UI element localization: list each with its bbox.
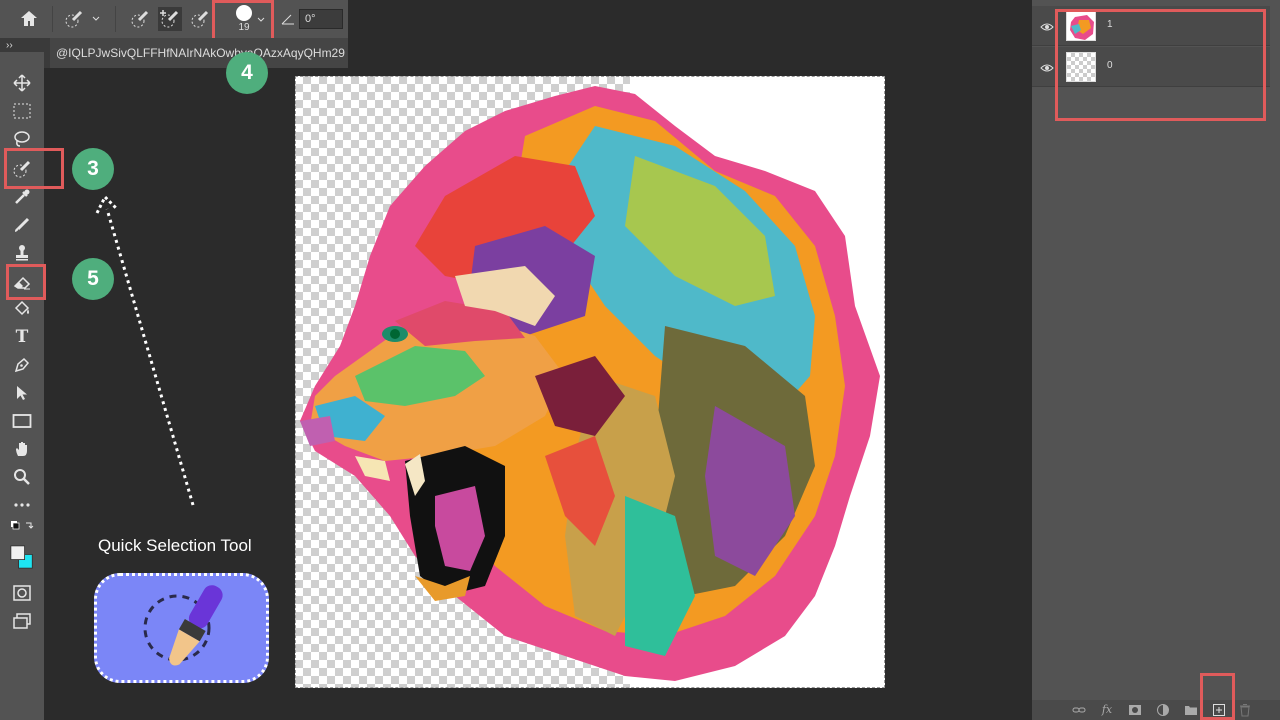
quick-selection-highlight xyxy=(4,148,64,189)
angle-input[interactable]: 0° xyxy=(299,9,343,29)
eyedropper-icon[interactable] xyxy=(10,186,34,208)
lion-artwork xyxy=(300,86,880,681)
folder-icon[interactable] xyxy=(1184,703,1198,717)
options-bar: 19 0° xyxy=(0,0,348,38)
pen-icon[interactable] xyxy=(10,354,34,376)
quick-mask-icon[interactable] xyxy=(10,582,34,604)
path-selection-icon[interactable] xyxy=(10,382,34,404)
eye-icon[interactable] xyxy=(1040,61,1054,73)
color-swatches-icon[interactable] xyxy=(10,540,34,574)
tool-preset-icon[interactable] xyxy=(64,9,84,29)
separator xyxy=(115,6,116,32)
marker-4: 4 xyxy=(226,52,268,94)
quick-selection-icon xyxy=(143,585,223,666)
dotted-arrow xyxy=(95,195,195,506)
rectangle-icon[interactable] xyxy=(10,410,34,432)
hand-icon[interactable] xyxy=(10,438,34,460)
eraser-highlight xyxy=(6,264,46,300)
subtract-from-selection-icon[interactable] xyxy=(190,9,210,29)
separator xyxy=(52,6,53,32)
brush-icon[interactable] xyxy=(10,214,34,236)
document-canvas[interactable] xyxy=(295,76,885,688)
link-layers-icon[interactable] xyxy=(1072,703,1086,717)
tool-caption: Quick Selection Tool xyxy=(98,536,252,555)
home-icon[interactable] xyxy=(18,8,40,30)
more-tools-icon[interactable] xyxy=(10,494,34,516)
add-mask-icon[interactable] xyxy=(1128,703,1142,717)
adjustment-layer-icon[interactable] xyxy=(1156,703,1170,717)
photoshop-window: 19 0° ›› @IQLPJwSivQLFFHfNAIrNAkOwbyaQAz… xyxy=(0,0,1280,720)
layers-panel-footer: fx xyxy=(1032,700,1280,720)
delete-layer-icon[interactable] xyxy=(1238,703,1252,717)
move-tool-icon[interactable] xyxy=(10,72,34,94)
add-to-selection-icon[interactable] xyxy=(158,7,182,31)
lasso-icon[interactable] xyxy=(10,128,34,150)
eye-icon[interactable] xyxy=(1040,20,1054,32)
swap-colors-icon[interactable] xyxy=(10,520,34,534)
type-icon[interactable]: T xyxy=(10,326,34,348)
new-selection-icon[interactable] xyxy=(130,9,150,29)
brush-size-highlight xyxy=(212,0,274,41)
zoom-icon[interactable] xyxy=(10,466,34,488)
marker-3: 3 xyxy=(72,148,114,190)
rectangular-marquee-icon[interactable] xyxy=(10,100,34,122)
layers-highlight xyxy=(1055,9,1266,121)
clone-stamp-icon[interactable] xyxy=(10,242,34,264)
paint-bucket-icon[interactable] xyxy=(10,298,34,320)
fx-icon[interactable]: fx xyxy=(1100,703,1114,717)
new-layer-highlight xyxy=(1200,673,1235,720)
document-tab[interactable]: @IQLPJwSivQLFFHfNAIrNAkOwbyaQAzxAqyQHm29 xyxy=(50,38,348,68)
angle-icon xyxy=(280,9,296,29)
collapse-toolbar-icon[interactable]: ›› xyxy=(6,40,13,51)
quick-selection-illustration xyxy=(94,573,269,683)
chevron-down-icon[interactable] xyxy=(90,9,102,29)
screen-mode-icon[interactable] xyxy=(10,610,34,632)
